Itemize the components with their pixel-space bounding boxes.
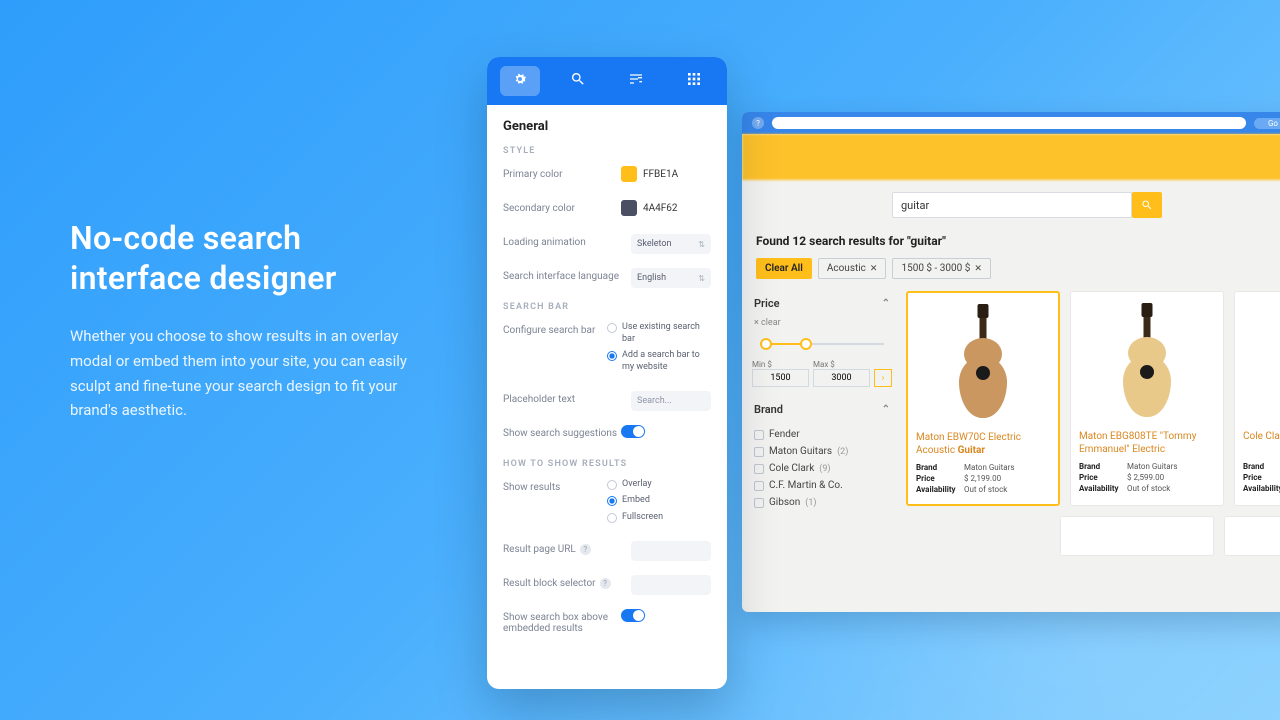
checkbox-icon xyxy=(754,447,764,457)
marketing-title: No-code search interface designer xyxy=(70,218,410,298)
placeholder-label: Placeholder text xyxy=(503,391,631,405)
sliders-icon xyxy=(628,71,644,91)
help-icon[interactable]: ? xyxy=(580,544,591,555)
secondary-color-hex: 4A4F62 xyxy=(643,203,678,214)
product-card[interactable]: Cole Clark Angel 2 AuditoriumBrandPriceA… xyxy=(1234,291,1280,506)
show-box-above-label: Show search box above embedded results xyxy=(503,609,621,634)
checkbox-icon xyxy=(754,430,764,440)
loading-anim-select[interactable]: Skeleton⇅ xyxy=(631,234,711,254)
language-select[interactable]: English⇅ xyxy=(631,268,711,288)
primary-color-hex: FFBE1A xyxy=(643,169,678,180)
site-search-input[interactable]: guitar xyxy=(892,192,1132,218)
placeholder-input[interactable]: Search... xyxy=(631,391,711,411)
configure-label: Configure search bar xyxy=(503,322,607,336)
loading-anim-value: Skeleton xyxy=(637,239,672,249)
show-results-embed[interactable]: Embed xyxy=(607,495,711,507)
product-title: Cole Clark Angel 2 Auditorium xyxy=(1243,430,1280,456)
gear-icon xyxy=(512,71,528,91)
configure-opt-add[interactable]: Add a search bar to my website xyxy=(607,350,711,373)
suggestions-label: Show search suggestions xyxy=(503,425,621,439)
primary-color-label: Primary color xyxy=(503,166,621,180)
brand-checkbox[interactable]: Maton Guitars (2) xyxy=(752,443,892,460)
section-results: HOW TO SHOW RESULTS xyxy=(503,459,711,469)
brand-checkbox[interactable]: Fender xyxy=(752,426,892,443)
facets-sidebar: Price⌃ × clear Min $1500 Max $3000 › Bra… xyxy=(752,291,892,556)
tab-filters[interactable] xyxy=(616,66,656,96)
carousel-item[interactable]: Since 1989 xyxy=(1224,516,1280,556)
help-icon[interactable]: ? xyxy=(752,117,764,129)
chip-price-range[interactable]: 1500 $ - 3000 $✕ xyxy=(892,258,990,279)
help-icon[interactable]: ? xyxy=(600,578,611,589)
preview-window: ? Go guitar Found 12 search results for … xyxy=(742,112,1280,612)
product-title: Maton EBG808TE "Tommy Emmanuel" Electric xyxy=(1079,430,1215,456)
section-style: STYLE xyxy=(503,146,711,156)
product-thumb xyxy=(1243,302,1280,422)
chevron-up-icon: ⌃ xyxy=(882,298,890,309)
product-thumb xyxy=(1079,302,1215,422)
language-label: Search interface language xyxy=(503,268,631,282)
result-block-input[interactable] xyxy=(631,575,711,595)
search-icon xyxy=(570,71,586,91)
secondary-color-label: Secondary color xyxy=(503,200,621,214)
facet-price-header[interactable]: Price⌃ xyxy=(752,291,892,316)
product-card[interactable]: Maton EBW70C Electric Acoustic GuitarBra… xyxy=(906,291,1060,506)
checkbox-icon xyxy=(754,481,764,491)
tab-grid[interactable] xyxy=(674,66,714,96)
product-title: Maton EBW70C Electric Acoustic Guitar xyxy=(916,431,1050,457)
chevron-up-icon: ⌃ xyxy=(882,404,890,415)
close-icon[interactable]: ✕ xyxy=(870,264,878,274)
section-searchbar: SEARCH BAR xyxy=(503,302,711,312)
result-block-label: Result block selector? xyxy=(503,575,631,589)
facet-price-clear[interactable]: × clear xyxy=(752,316,892,330)
marketing-copy: No-code search interface designer Whethe… xyxy=(70,218,410,423)
brand-checkbox[interactable]: C.F. Martin & Co. xyxy=(752,477,892,494)
show-results-overlay[interactable]: Overlay xyxy=(607,479,711,491)
checkbox-icon xyxy=(754,498,764,508)
max-input[interactable]: 3000 xyxy=(813,369,870,387)
range-apply-button[interactable]: › xyxy=(874,369,892,387)
result-url-label: Result page URL? xyxy=(503,541,631,555)
results-header: Found 12 search results for "guitar" xyxy=(752,234,1280,258)
min-label: Min $ xyxy=(752,360,809,369)
language-value: English xyxy=(637,273,666,283)
product-thumb xyxy=(916,303,1050,423)
tab-search[interactable] xyxy=(558,66,598,96)
result-url-input[interactable] xyxy=(631,541,711,561)
address-bar[interactable] xyxy=(772,117,1246,129)
search-icon xyxy=(1141,196,1153,215)
product-card[interactable]: Maton EBG808TE "Tommy Emmanuel" Electric… xyxy=(1070,291,1224,506)
site-header xyxy=(742,134,1280,180)
show-results-label: Show results xyxy=(503,479,607,493)
site-search-button[interactable] xyxy=(1132,192,1162,218)
close-icon[interactable]: ✕ xyxy=(974,264,982,274)
chip-clear-all[interactable]: Clear All xyxy=(756,258,812,279)
carousel-item[interactable] xyxy=(1060,516,1214,556)
brand-checkbox[interactable]: Cole Clark (9) xyxy=(752,460,892,477)
min-input[interactable]: 1500 xyxy=(752,369,809,387)
show-results-fullscreen[interactable]: Fullscreen xyxy=(607,512,711,524)
primary-color-swatch[interactable] xyxy=(621,166,637,182)
panel-heading: General xyxy=(503,119,711,134)
browser-bar: ? Go xyxy=(742,112,1280,134)
facet-brand-header[interactable]: Brand⌃ xyxy=(752,397,892,422)
marketing-body: Whether you choose to show results in an… xyxy=(70,324,410,423)
price-slider[interactable] xyxy=(754,334,890,354)
loading-anim-label: Loading animation xyxy=(503,234,631,248)
designer-panel: General STYLE Primary color FFBE1A Secon… xyxy=(487,57,727,689)
show-box-above-toggle[interactable] xyxy=(621,609,645,622)
tab-general[interactable] xyxy=(500,66,540,96)
secondary-color-swatch[interactable] xyxy=(621,200,637,216)
brand-checkbox[interactable]: Gibson (1) xyxy=(752,494,892,511)
panel-body: General STYLE Primary color FFBE1A Secon… xyxy=(487,105,727,689)
grid-icon xyxy=(686,71,702,91)
checkbox-icon xyxy=(754,464,764,474)
panel-tabs xyxy=(487,57,727,105)
suggestions-toggle[interactable] xyxy=(621,425,645,438)
go-button[interactable]: Go xyxy=(1254,118,1280,129)
chip-acoustic[interactable]: Acoustic✕ xyxy=(818,258,887,279)
max-label: Max $ xyxy=(813,360,870,369)
configure-opt-existing[interactable]: Use existing search bar xyxy=(607,322,711,345)
